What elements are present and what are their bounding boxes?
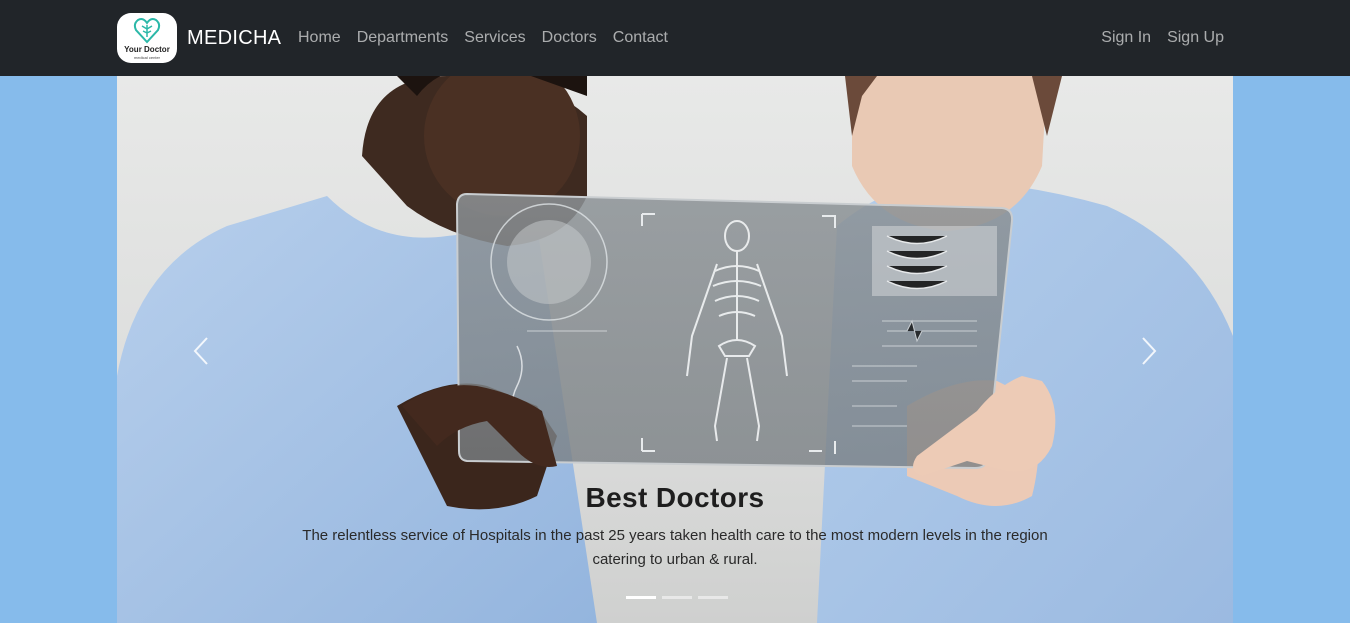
brand[interactable]: Your Doctor medical center MEDICHA (117, 13, 281, 63)
chevron-left-icon (193, 337, 208, 365)
nav-home[interactable]: Home (298, 29, 341, 47)
logo-icon (133, 18, 161, 44)
nav-doctors[interactable]: Doctors (542, 29, 597, 47)
carousel-next-button[interactable] (1129, 326, 1169, 376)
nav-departments[interactable]: Departments (357, 29, 449, 47)
slide-title: Best Doctors (585, 482, 765, 513)
carousel-caption: Best Doctors The relentless service of H… (117, 482, 1233, 572)
logo-text: Your Doctor (124, 45, 170, 54)
hero-carousel: Best Doctors The relentless service of H… (117, 76, 1233, 623)
nav-contact[interactable]: Contact (613, 29, 668, 47)
navbar: Your Doctor medical center MEDICHA Home … (0, 0, 1350, 76)
logo-subtext: medical center (133, 55, 160, 60)
sign-up-link[interactable]: Sign Up (1167, 29, 1224, 47)
carousel-prev-button[interactable] (183, 326, 223, 376)
carousel-indicator[interactable] (626, 596, 656, 599)
sign-in-link[interactable]: Sign In (1101, 29, 1151, 47)
nav-services[interactable]: Services (464, 29, 525, 47)
logo: Your Doctor medical center (117, 13, 177, 63)
main-nav: Home Departments Services Doctors Contac… (298, 29, 684, 47)
slide-text: The relentless service of Hospitals in t… (302, 527, 1048, 568)
carousel-indicators (623, 596, 731, 599)
carousel-indicator[interactable] (662, 596, 692, 599)
auth-nav: Sign In Sign Up (1085, 29, 1224, 47)
brand-name[interactable]: MEDICHA (187, 27, 281, 50)
carousel-indicator[interactable] (698, 596, 728, 599)
chevron-right-icon (1142, 337, 1157, 365)
